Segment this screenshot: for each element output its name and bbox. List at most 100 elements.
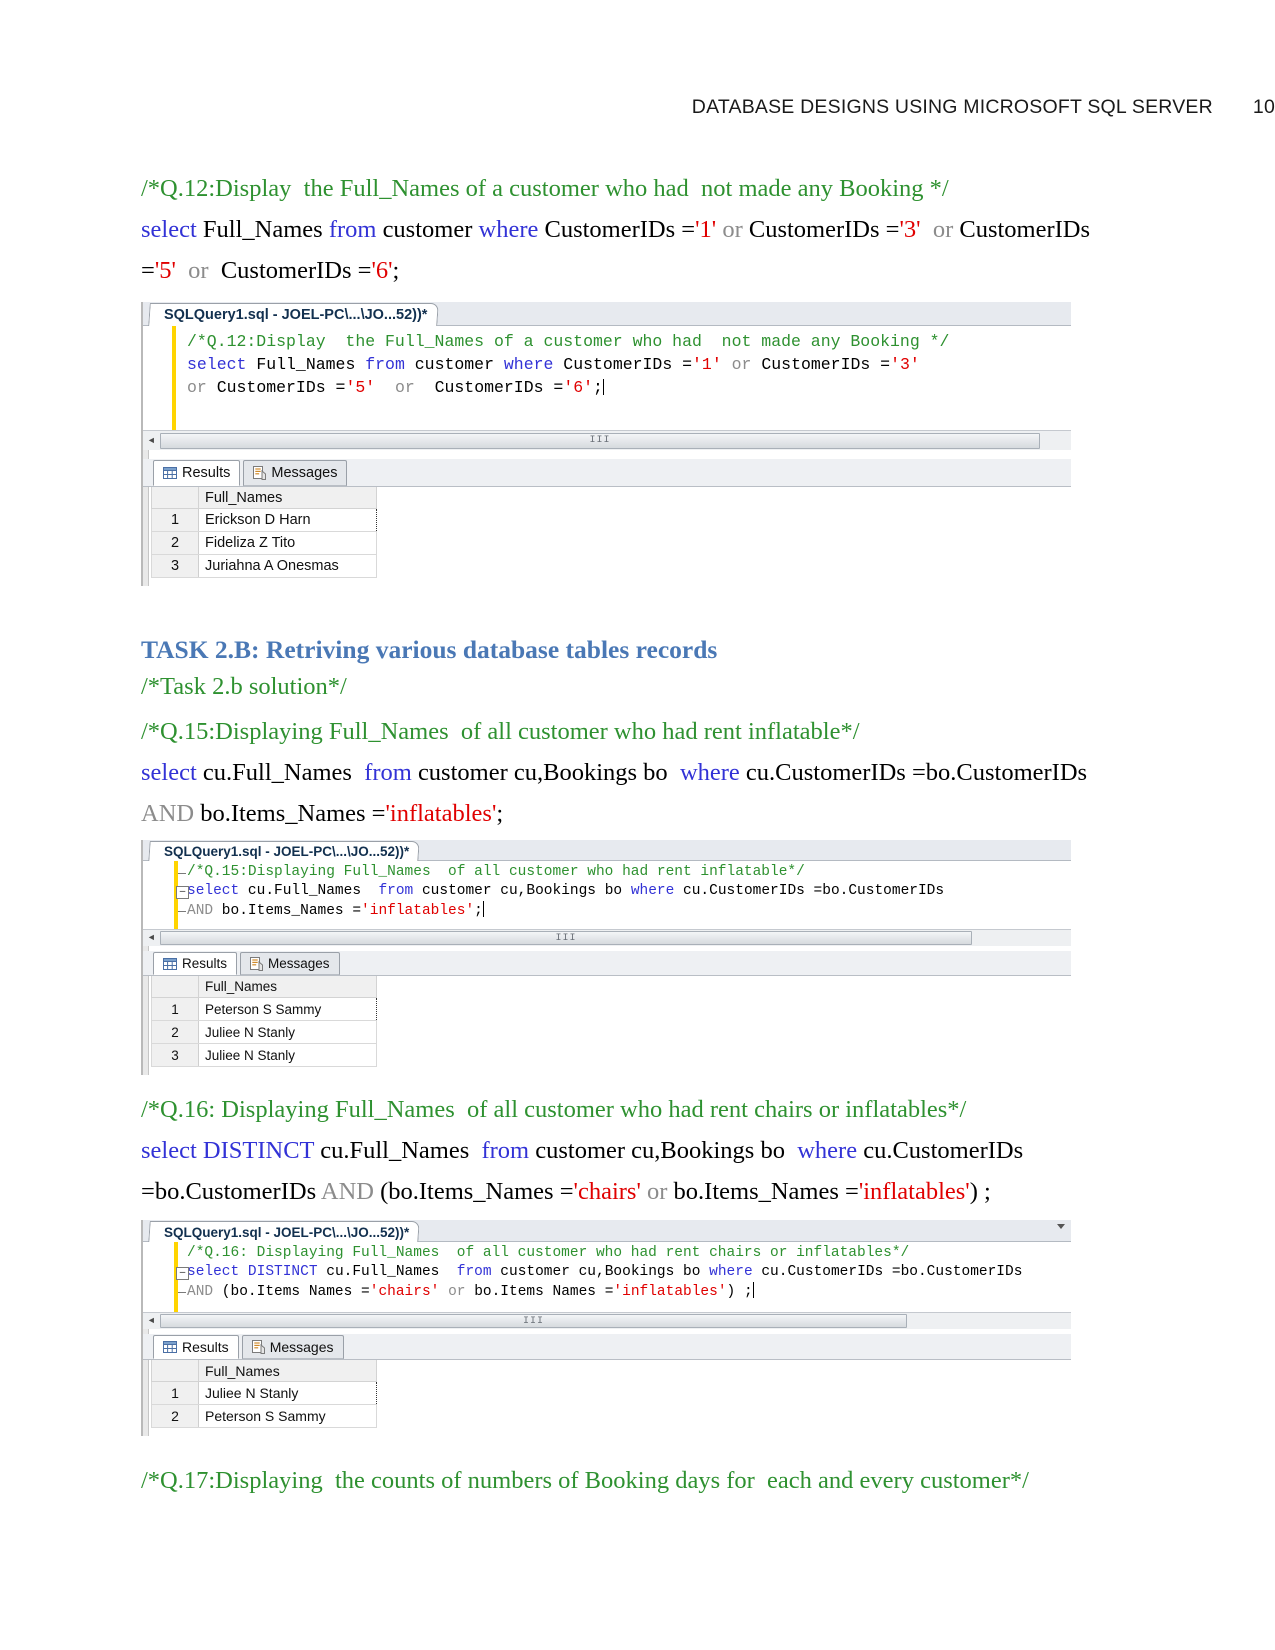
full-name-cell[interactable]: Peterson S Sammy bbox=[198, 997, 377, 1021]
q12-cond-1: CustomerIDs = bbox=[538, 216, 696, 243]
tab-messages-3[interactable]: Messages bbox=[241, 1335, 344, 1359]
row-number-cell[interactable]: 3 bbox=[151, 554, 199, 578]
column-header-full-names-3[interactable]: Full_Names bbox=[198, 1360, 377, 1382]
editor-horizontal-scrollbar-2[interactable]: ◄ III bbox=[143, 929, 1071, 946]
row-number-cell[interactable]: 1 bbox=[151, 1381, 199, 1405]
row-number-cell[interactable]: 2 bbox=[151, 1020, 199, 1044]
q12-or-3: or bbox=[175, 257, 215, 284]
column-header-full-names[interactable]: Full_Names bbox=[198, 487, 377, 509]
editor-horizontal-scrollbar[interactable]: ◄ III bbox=[143, 430, 1071, 450]
tab-results[interactable]: Results bbox=[153, 460, 241, 486]
full-name-cell[interactable]: Juliee N Stanly bbox=[198, 1381, 377, 1405]
q12-str-2: '3' bbox=[899, 216, 921, 243]
editor-code-line: or CustomerIDs ='5' or CustomerIDs ='6'; bbox=[143, 376, 1071, 399]
q16-join-right: =bo.CustomerIDs bbox=[141, 1178, 321, 1205]
code-token: AND bbox=[187, 903, 214, 919]
full-name-cell[interactable]: Erickson D Harn bbox=[198, 508, 377, 532]
full-name-cell[interactable]: Juliee N Stanly bbox=[198, 1020, 377, 1044]
task-2b-solution-text: /*Task 2.b solution*/ bbox=[141, 673, 347, 700]
row-number-cell[interactable]: 1 bbox=[151, 997, 199, 1021]
messages-icon bbox=[250, 956, 264, 971]
table-row[interactable]: 1 Erickson D Harn bbox=[151, 508, 377, 532]
code-token: ; bbox=[474, 903, 483, 919]
code-token: /*Q.16: Displaying Full_Names of all cus… bbox=[187, 1245, 910, 1261]
code-token: '5' bbox=[345, 378, 376, 397]
tab-results-2[interactable]: Results bbox=[153, 952, 238, 975]
ssms-code-editor[interactable]: /*Q.12:Display the Full_Names of a custo… bbox=[143, 326, 1071, 430]
fold-line-icon bbox=[178, 1292, 186, 1293]
row-number-header-3 bbox=[151, 1360, 199, 1382]
table-row[interactable]: 2 Juliee N Stanly bbox=[151, 1020, 377, 1044]
q16-kw-select: select bbox=[141, 1137, 197, 1164]
grid-icon bbox=[163, 467, 177, 479]
ssms-file-tab-2[interactable]: SQLQuery1.sql - JOEL-PC\...\JO...52))* bbox=[148, 841, 421, 862]
q16-kw-and: AND bbox=[320, 1178, 374, 1205]
chevron-down-icon[interactable] bbox=[1057, 1224, 1065, 1229]
code-token: from bbox=[365, 355, 405, 374]
tab-messages-2[interactable]: Messages bbox=[240, 952, 340, 975]
q12-or-2: or bbox=[920, 216, 960, 243]
q12-cond-2: CustomerIDs = bbox=[748, 216, 900, 243]
ssms-file-tab-3[interactable]: SQLQuery1.sql - JOEL-PC\...\JO...52))* bbox=[148, 1221, 421, 1243]
code-token: bo.Items Names = bbox=[474, 1284, 614, 1300]
code-token: customer bbox=[404, 355, 504, 374]
q12-kw-from: from bbox=[328, 216, 377, 243]
table-row[interactable]: 2 Peterson S Sammy bbox=[151, 1404, 377, 1428]
results-header-row: Full_Names bbox=[151, 487, 377, 509]
row-number-cell[interactable]: 3 bbox=[151, 1043, 199, 1067]
ssms-file-tab-label-2: SQLQuery1.sql - JOEL-PC\...\JO...52))* bbox=[163, 844, 410, 859]
results-grid-q16[interactable]: Full_Names 1 Juliee N Stanly 2 Peterson S S… bbox=[143, 1360, 1071, 1430]
code-token: 'inflatables' bbox=[361, 903, 475, 919]
row-number-cell[interactable]: 2 bbox=[151, 1404, 199, 1428]
full-name-cell[interactable]: Juliee N Stanly bbox=[198, 1043, 377, 1067]
q16-kw-where: where bbox=[797, 1137, 858, 1164]
results-grid-q12[interactable]: Full_Names 1 Erickson D Harn 2 Fideliza Z T… bbox=[143, 487, 1071, 580]
scroll-left-arrow-icon[interactable]: ◄ bbox=[143, 432, 160, 449]
row-number-cell[interactable]: 1 bbox=[151, 508, 199, 532]
tab-messages-label: Messages bbox=[271, 465, 338, 481]
scroll-thumb-2[interactable]: III bbox=[160, 931, 972, 945]
ssms-file-tab[interactable]: SQLQuery1.sql - JOEL-PC\...\JO...52))* bbox=[148, 303, 439, 327]
results-grid-q15[interactable]: Full_Names 1 Peterson S Sammy 2 Juliee N St… bbox=[143, 976, 1071, 1069]
results-header-row-3: Full_Names bbox=[151, 1360, 377, 1382]
fold-box-icon[interactable]: – bbox=[176, 1267, 189, 1280]
fold-box-icon[interactable]: – bbox=[176, 886, 189, 899]
q16-kw-from: from bbox=[481, 1137, 530, 1164]
full-name-cell[interactable]: Juriahna A Onesmas bbox=[198, 554, 377, 578]
column-header-full-names-2[interactable]: Full_Names bbox=[198, 976, 377, 998]
code-token: /*Q.12:Display the Full_Names of a custo… bbox=[187, 332, 950, 351]
q12-str-4: '6' bbox=[371, 257, 393, 284]
full-name-cell[interactable]: Peterson S Sammy bbox=[198, 1404, 377, 1428]
q12-kw-select: select bbox=[141, 216, 197, 243]
full-name-cell[interactable]: Fideliza Z Tito bbox=[198, 531, 377, 555]
table-row[interactable]: 2 Fideliza Z Tito bbox=[151, 531, 377, 555]
tab-messages-label-2: Messages bbox=[268, 956, 330, 971]
tab-results-3[interactable]: Results bbox=[153, 1335, 239, 1359]
table-row[interactable]: 1 Peterson S Sammy bbox=[151, 997, 377, 1021]
code-token: where bbox=[503, 355, 554, 374]
scroll-thumb-3[interactable]: III bbox=[160, 1314, 907, 1328]
code-token: '1' bbox=[692, 355, 722, 374]
q12-semicolon-1: ; bbox=[392, 257, 400, 284]
ssms-code-editor-2[interactable]: /*Q.15:Displaying Full_Names of all cust… bbox=[143, 861, 1071, 929]
q12-comment-text: /*Q.12:Display the Full_Names of a custo… bbox=[141, 175, 949, 202]
row-number-cell[interactable]: 2 bbox=[151, 531, 199, 555]
messages-icon bbox=[251, 1340, 265, 1354]
editor-horizontal-scrollbar-3[interactable]: ◄ III bbox=[143, 1312, 1071, 1329]
q16-tables: customer cu,Bookings bo bbox=[529, 1137, 798, 1164]
code-token: Full_Names bbox=[246, 355, 366, 374]
code-token: or bbox=[375, 378, 435, 397]
results-table-3: Full_Names 1 Juliee N Stanly 2 Peterson S S… bbox=[151, 1360, 377, 1428]
table-row[interactable]: 3 Juliee N Stanly bbox=[151, 1043, 377, 1067]
results-table: Full_Names 1 Erickson D Harn 2 Fideliza Z T… bbox=[151, 487, 377, 578]
table-row[interactable]: 1 Juliee N Stanly bbox=[151, 1381, 377, 1405]
editor-code-line: /*Q.12:Display the Full_Names of a custo… bbox=[143, 330, 1071, 353]
scroll-left-arrow-icon-3[interactable]: ◄ bbox=[143, 1313, 160, 1330]
ssms-code-editor-3[interactable]: /*Q.16: Displaying Full_Names of all cus… bbox=[143, 1242, 1071, 1312]
tab-messages[interactable]: Messages bbox=[243, 460, 348, 486]
scroll-left-arrow-icon-2[interactable]: ◄ bbox=[143, 930, 160, 947]
table-row[interactable]: 3 Juriahna A Onesmas bbox=[151, 554, 377, 578]
q12-str-3: '5' bbox=[154, 257, 176, 284]
ssms-file-tab-label: SQLQuery1.sql - JOEL-PC\...\JO...52))* bbox=[163, 307, 428, 323]
scroll-thumb[interactable]: III bbox=[160, 432, 1040, 449]
